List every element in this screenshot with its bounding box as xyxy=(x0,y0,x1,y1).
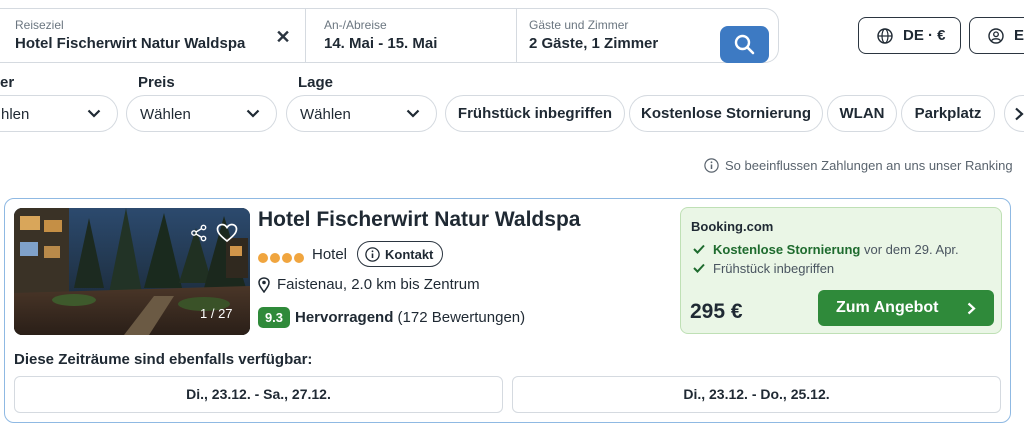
info-icon xyxy=(704,158,719,173)
rating-word: Hervorragend xyxy=(295,309,394,326)
contact-label: Kontakt xyxy=(385,247,434,262)
rating-summary[interactable]: Hervorragend (172 Bewertungen) xyxy=(295,309,525,326)
filter-dropdown-first-value: hlen xyxy=(1,106,30,123)
info-icon xyxy=(365,247,380,262)
share-icon[interactable] xyxy=(190,224,208,242)
offer-perk-cancellation-rest: vor dem 29. Apr. xyxy=(863,242,959,257)
dates-value[interactable]: 14. Mai - 15. Mai xyxy=(324,35,437,52)
filter-dropdown-price[interactable]: Wählen xyxy=(126,95,277,132)
search-icon xyxy=(734,34,755,55)
offer-provider: Booking.com xyxy=(691,219,774,234)
checkmark-icon xyxy=(693,263,705,273)
star-icon xyxy=(294,253,304,263)
filter-dropdown-location-value: Wählen xyxy=(300,106,351,123)
rating-score-badge: 9.3 xyxy=(258,307,290,328)
guests-value[interactable]: 2 Gäste, 1 Zimmer xyxy=(529,35,658,52)
language-currency-label: DE · € xyxy=(903,27,946,44)
guests-label: Gäste und Zimmer xyxy=(529,18,629,32)
destination-value[interactable]: Hotel Fischerwirt Natur Waldspa xyxy=(15,35,245,52)
chevron-down-icon xyxy=(246,109,260,118)
offer-perk-cancellation-strong: Kostenlose Stornierung xyxy=(713,242,861,257)
alternative-dates-title: Diese Zeiträume sind ebenfalls verfügbar… xyxy=(14,351,313,368)
offer-perk-breakfast-text: Frühstück inbegriffen xyxy=(713,261,835,276)
best-offer-box: Booking.com Kostenlose Stornierung vor d… xyxy=(680,207,1002,334)
login-button[interactable]: Ei xyxy=(969,17,1024,54)
map-pin-icon xyxy=(258,277,270,293)
hotel-type: Hotel xyxy=(312,246,348,263)
chip-free-cancellation[interactable]: Kostenlose Stornierung xyxy=(629,95,823,132)
search-button[interactable] xyxy=(720,26,769,63)
chip-breakfast[interactable]: Frühstück inbegriffen xyxy=(445,95,625,132)
alternative-date-button[interactable]: Di., 23.12. - Do., 25.12. xyxy=(512,376,1001,413)
contact-button[interactable]: Kontakt xyxy=(357,241,443,267)
dates-field[interactable]: An-/Abreise 14. Mai - 15. Mai xyxy=(305,9,515,62)
ranking-info-text: So beeinflussen Zahlungen an uns unser R… xyxy=(725,158,1013,173)
globe-icon xyxy=(877,28,893,44)
hotel-card: 1 / 27 Hotel Fischerwirt Natur Waldspa H… xyxy=(4,198,1011,423)
filter-dropdown-price-value: Wählen xyxy=(140,106,191,123)
chevron-right-icon xyxy=(1015,107,1024,121)
checkmark-icon xyxy=(693,244,705,254)
chips-scroll-right-button[interactable] xyxy=(1004,95,1024,132)
rating-count: (172 Bewertungen) xyxy=(397,309,526,326)
filter-label-first: er xyxy=(0,74,15,91)
alternative-date-button[interactable]: Di., 23.12. - Sa., 27.12. xyxy=(14,376,503,413)
hotel-name[interactable]: Hotel Fischerwirt Natur Waldspa xyxy=(258,208,580,232)
star-icon xyxy=(282,253,292,263)
star-icon xyxy=(258,253,268,263)
chevron-right-icon xyxy=(967,302,976,315)
dates-label: An-/Abreise xyxy=(324,18,387,32)
star-rating xyxy=(258,250,306,263)
photo-actions xyxy=(186,220,246,250)
heart-icon[interactable] xyxy=(216,223,238,243)
destination-label: Reiseziel xyxy=(15,18,64,32)
chevron-down-icon xyxy=(406,109,420,118)
offer-price: 295 € xyxy=(690,300,743,323)
chip-parking[interactable]: Parkplatz xyxy=(901,95,995,132)
hotel-location-text: Faistenau, 2.0 km bis Zentrum xyxy=(277,276,480,293)
login-label: Ei xyxy=(1014,27,1024,44)
filter-dropdown-location[interactable]: Wählen xyxy=(286,95,437,132)
star-icon xyxy=(270,253,280,263)
clear-icon[interactable]: ✕ xyxy=(272,26,294,48)
view-deal-button[interactable]: Zum Angebot xyxy=(818,290,994,326)
filter-dropdown-first[interactable]: hlen xyxy=(0,95,118,132)
filter-label-location: Lage xyxy=(298,74,334,91)
search-bar: Reiseziel Hotel Fischerwirt Natur Waldsp… xyxy=(0,8,779,63)
chevron-down-icon xyxy=(87,109,101,118)
view-deal-label: Zum Angebot xyxy=(836,299,939,316)
destination-field[interactable]: Reiseziel Hotel Fischerwirt Natur Waldsp… xyxy=(0,9,304,62)
user-icon xyxy=(988,28,1004,44)
photo-counter: 1 / 27 xyxy=(200,306,233,321)
language-currency-button[interactable]: DE · € xyxy=(858,17,961,54)
chip-wifi[interactable]: WLAN xyxy=(827,95,897,132)
filter-label-price: Preis xyxy=(138,74,175,91)
hotel-photo[interactable]: 1 / 27 xyxy=(14,208,250,335)
